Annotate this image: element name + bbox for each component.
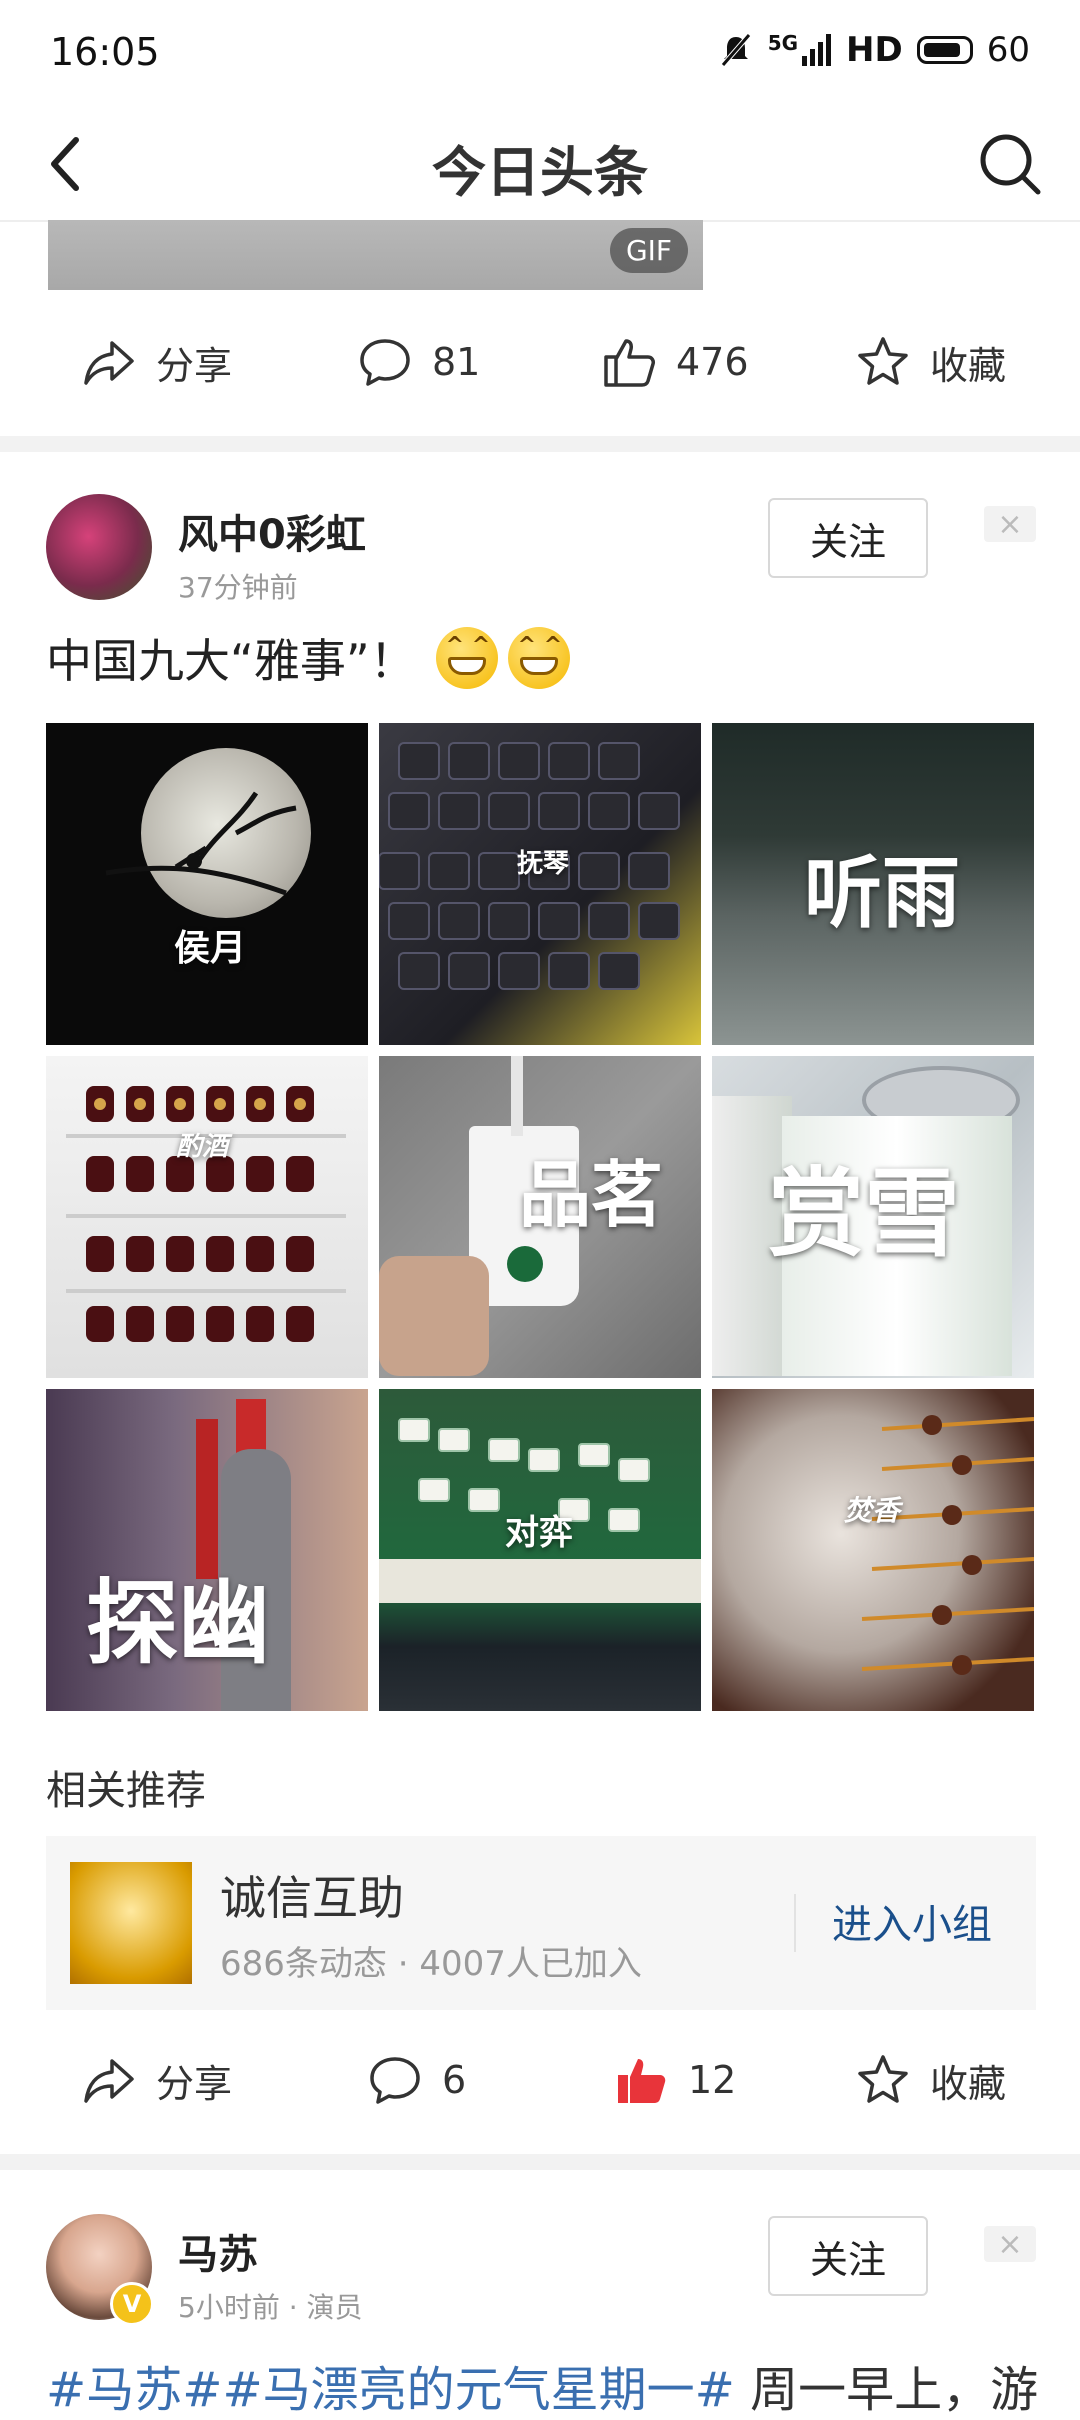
grid-image-6[interactable]: 赏雪: [712, 1056, 1034, 1378]
comment-button[interactable]: 6: [366, 2020, 466, 2140]
star-icon: [858, 2055, 908, 2103]
dismiss-button[interactable]: ×: [984, 2226, 1036, 2262]
grid-image-label: 品茗: [519, 1153, 664, 1237]
like-button[interactable]: 476: [600, 302, 749, 422]
post-text: 中国九大“雅事”！: [46, 634, 416, 688]
page-title: 今日头条: [432, 141, 648, 204]
status-icons: 5G HD 60: [718, 30, 1030, 70]
comment-icon: [360, 339, 410, 386]
battery-icon: [916, 36, 973, 64]
follow-button[interactable]: 关注: [768, 498, 928, 578]
grid-image-label: 焚香: [844, 1494, 901, 1527]
favorite-label: 收藏: [930, 343, 1007, 388]
group-thumbnail: [70, 1862, 192, 1984]
grid-image-label: 酌酒: [176, 1132, 229, 1162]
post-text: 周一早上，游: [734, 2362, 1039, 2418]
thumbs-up-icon: [604, 339, 655, 387]
search-icon[interactable]: [970, 124, 1050, 204]
grin-emoji-icon: [507, 627, 570, 689]
join-group-button[interactable]: 进入小组: [832, 1892, 992, 1950]
post-text-line: #马苏##马漂亮的元气星期一# 周一早上，游: [46, 2350, 1038, 2420]
comment-icon: [370, 2057, 420, 2104]
favorite-button[interactable]: 收藏: [854, 2020, 1006, 2140]
gif-badge: GIF: [609, 228, 688, 273]
feed-separator: [0, 436, 1080, 452]
post-time: 37分钟前: [178, 571, 298, 604]
avatar[interactable]: [46, 494, 152, 600]
top-nav: 今日头条: [0, 110, 1080, 222]
action-bar-post: 分享 6 12 收藏: [0, 2020, 1080, 2140]
share-label: 分享: [156, 343, 233, 388]
share-icon: [84, 341, 134, 385]
grid-image-label: 赏雪: [768, 1158, 960, 1270]
grid-image-label: 侯月: [174, 928, 247, 969]
grid-image-label: 听雨: [804, 849, 961, 939]
grid-image-7[interactable]: 探幽: [46, 1389, 368, 1711]
share-button[interactable]: 分享: [80, 302, 232, 422]
grid-image-1[interactable]: 侯月: [46, 723, 368, 1045]
hd-label: HD: [846, 30, 903, 70]
grid-image-3[interactable]: 听雨: [712, 723, 1034, 1045]
grid-image-4[interactable]: 酌酒: [46, 1056, 368, 1378]
comment-button[interactable]: 81: [356, 302, 480, 422]
action-bar-top: 分享 81 476 收藏: [0, 302, 1080, 422]
share-icon: [84, 2059, 134, 2103]
related-title: 相关推荐: [46, 1768, 206, 1814]
image-grid: 侯月 抚琴 听雨 酌酒 品茗 赏雪 探幽 对弈 焚香: [46, 723, 1036, 1711]
star-icon: [858, 337, 908, 385]
thumbs-up-filled-icon: [618, 2059, 666, 2103]
grid-image-5[interactable]: 品茗: [379, 1056, 701, 1378]
feed-separator: [0, 2154, 1080, 2170]
group-name: 诚信互助: [220, 1871, 404, 1925]
post-meta: 5小时前 · 演员: [178, 2291, 363, 2324]
like-count: 12: [688, 2058, 737, 2102]
network-label: 5G: [767, 31, 799, 55]
battery-level: 60: [986, 30, 1030, 70]
grid-image-label: 抚琴: [517, 849, 570, 879]
comment-count: 81: [432, 340, 481, 384]
related-group-card[interactable]: 诚信互助 686条动态 · 4007人已加入 进入小组: [46, 1836, 1036, 2010]
comment-count: 6: [442, 2058, 467, 2102]
dismiss-button[interactable]: ×: [984, 506, 1036, 542]
signal-icon: [802, 34, 832, 66]
follow-button[interactable]: 关注: [768, 2216, 928, 2296]
author-name[interactable]: 风中0彩虹: [178, 502, 366, 560]
grin-emoji-icon: [435, 627, 498, 689]
group-stats: 686条动态 · 4007人已加入: [220, 1944, 642, 1984]
author-name[interactable]: 马苏: [178, 2222, 258, 2280]
divider: [794, 1894, 796, 1952]
grid-image-9[interactable]: 焚香: [712, 1389, 1034, 1711]
gif-thumbnail[interactable]: GIF: [48, 220, 703, 290]
like-count: 476: [676, 340, 749, 384]
grid-image-label: 对弈: [505, 1513, 573, 1553]
like-button[interactable]: 12: [612, 2020, 736, 2140]
hashtag-link[interactable]: #马苏##马漂亮的元气星期一#: [46, 2362, 735, 2418]
status-time: 16:05: [50, 30, 160, 74]
grid-image-label: 探幽: [86, 1570, 271, 1677]
post-text-line: 中国九大“雅事”！: [46, 625, 570, 691]
status-bar: 16:05 5G HD 60: [0, 0, 1080, 110]
grid-image-8[interactable]: 对弈: [379, 1389, 701, 1711]
share-button[interactable]: 分享: [80, 2020, 232, 2140]
verified-badge-icon: V: [110, 2282, 154, 2326]
share-label: 分享: [156, 2061, 233, 2106]
favorite-label: 收藏: [930, 2061, 1007, 2106]
favorite-button[interactable]: 收藏: [854, 302, 1006, 422]
mute-bell-icon: [720, 33, 751, 67]
grid-image-2[interactable]: 抚琴: [379, 723, 701, 1045]
